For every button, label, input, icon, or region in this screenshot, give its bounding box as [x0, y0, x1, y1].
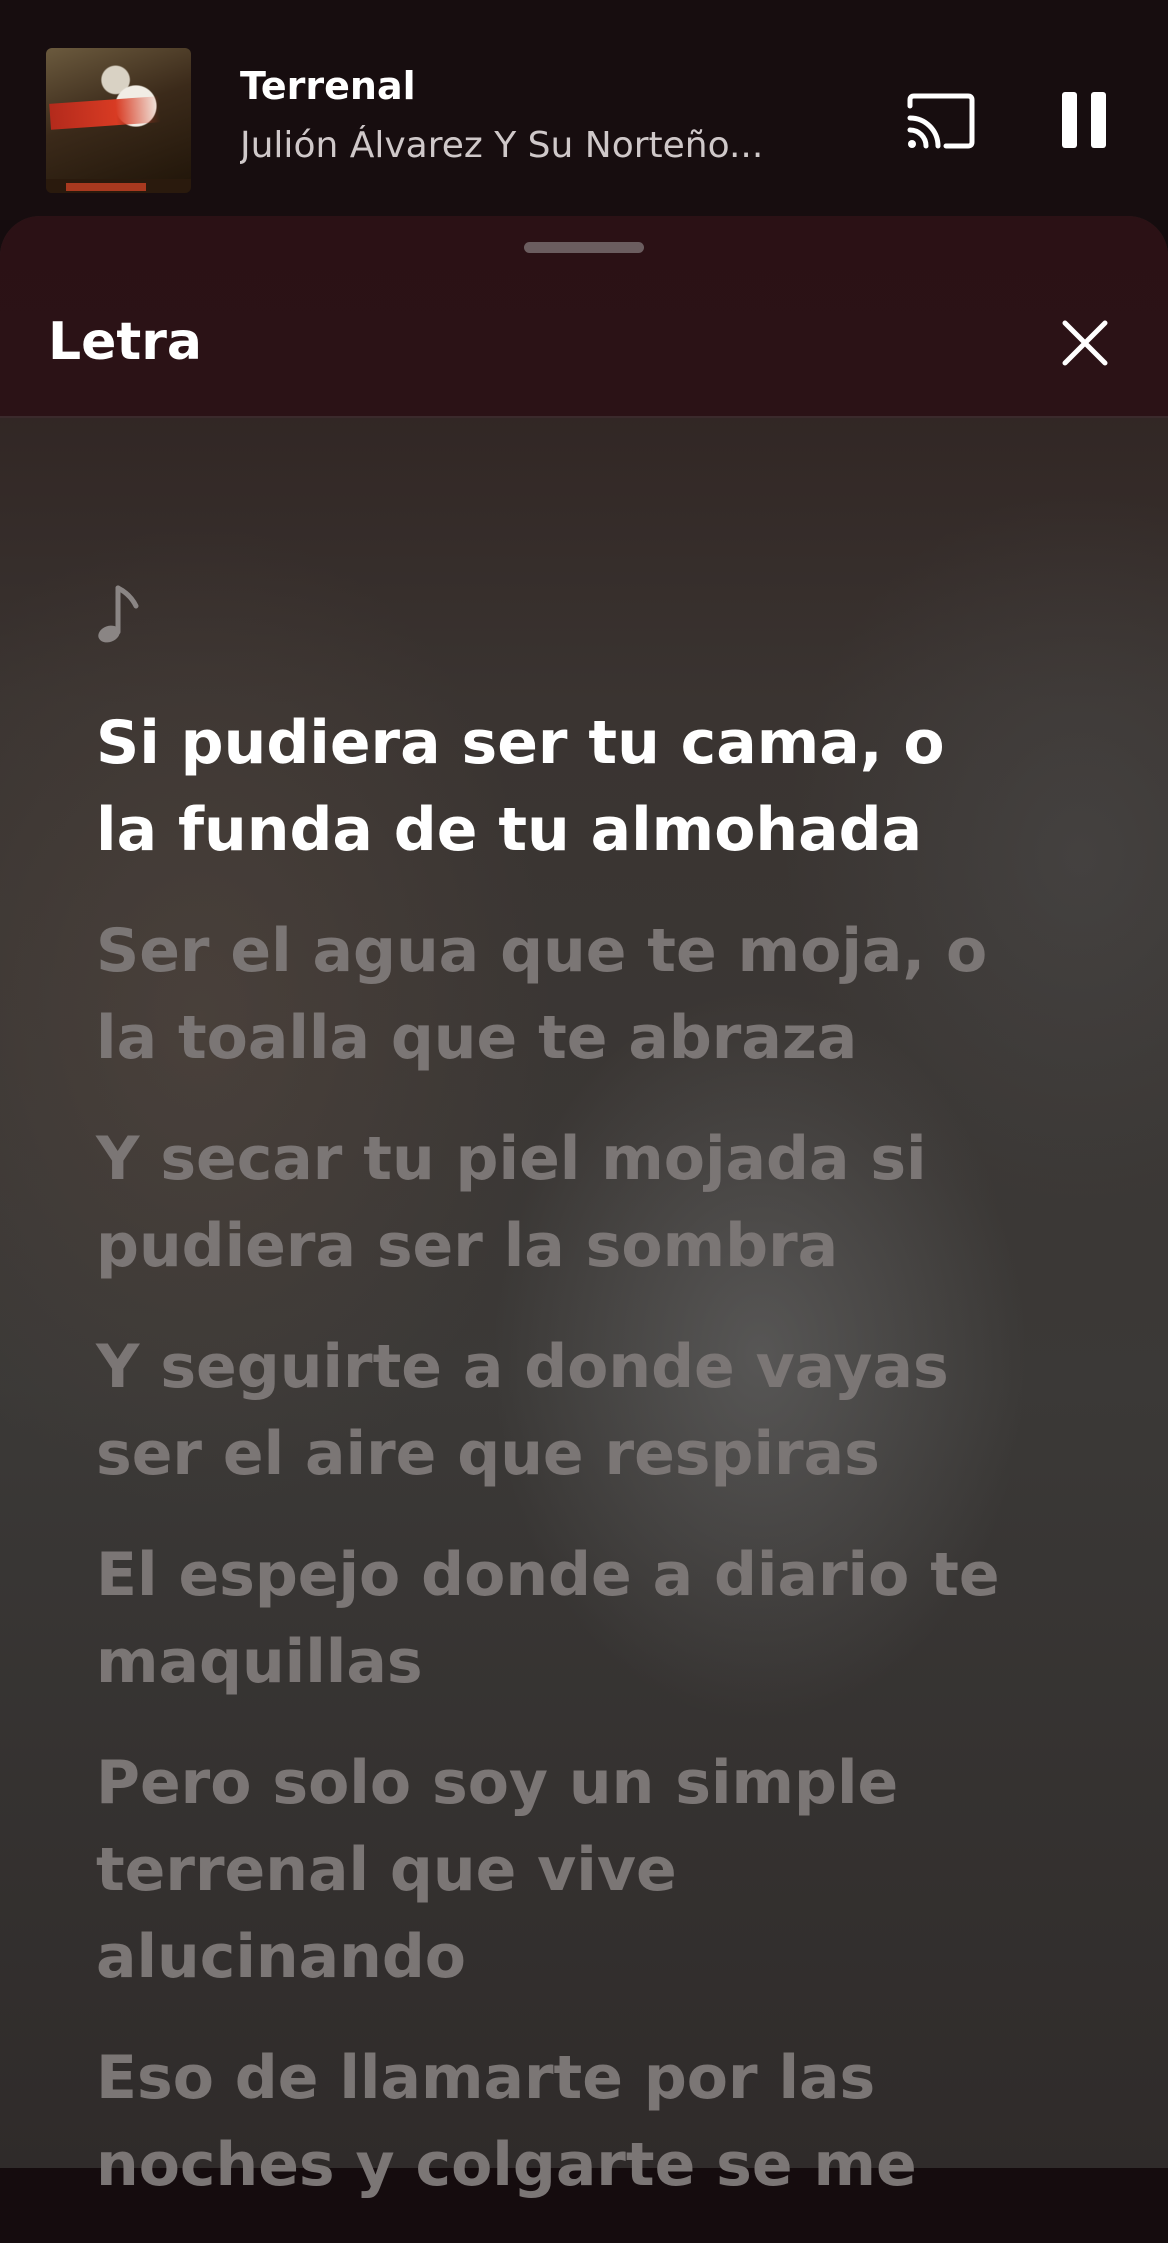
close-icon [1062, 320, 1108, 366]
drag-handle[interactable] [524, 242, 644, 253]
cast-icon[interactable] [906, 92, 976, 150]
pause-button[interactable] [1062, 92, 1106, 148]
lyric-line[interactable]: Y seguirte a donde vayas ser el aire que… [96, 1324, 1016, 1498]
lyric-line[interactable]: Y secar tu piel mojada si pudiera ser la… [96, 1116, 1016, 1290]
track-artist: Julión Álvarez Y Su Norteño... [240, 125, 764, 166]
lyric-line[interactable]: Ser el agua que te moja, o la toalla que… [96, 908, 1016, 1082]
close-button[interactable] [1060, 318, 1110, 368]
pause-icon-bar [1091, 92, 1106, 148]
pause-icon [1062, 92, 1077, 148]
album-art [46, 48, 191, 193]
lyric-line-current[interactable]: Si pudiera ser tu cama, o la funda de tu… [96, 700, 1016, 874]
lyric-line[interactable]: El espejo donde a diario te maquillas [96, 1532, 1016, 1706]
mini-player[interactable]: Terrenal Julión Álvarez Y Su Norteño... [0, 0, 1168, 220]
music-note-icon [96, 580, 146, 650]
album-art-logo [49, 96, 161, 130]
lyrics-title: Letra [48, 312, 202, 372]
album-art-strip-accent [66, 183, 146, 191]
lyrics-list: Si pudiera ser tu cama, o la funda de tu… [96, 700, 1016, 2243]
lyrics-header: Letra [0, 216, 1168, 418]
track-title: Terrenal [240, 64, 416, 108]
lyric-line[interactable]: Eso de llamarte por las noches y colgart… [96, 2035, 1016, 2209]
lyric-line[interactable]: Pero solo soy un simple terrenal que viv… [96, 1740, 1016, 2001]
